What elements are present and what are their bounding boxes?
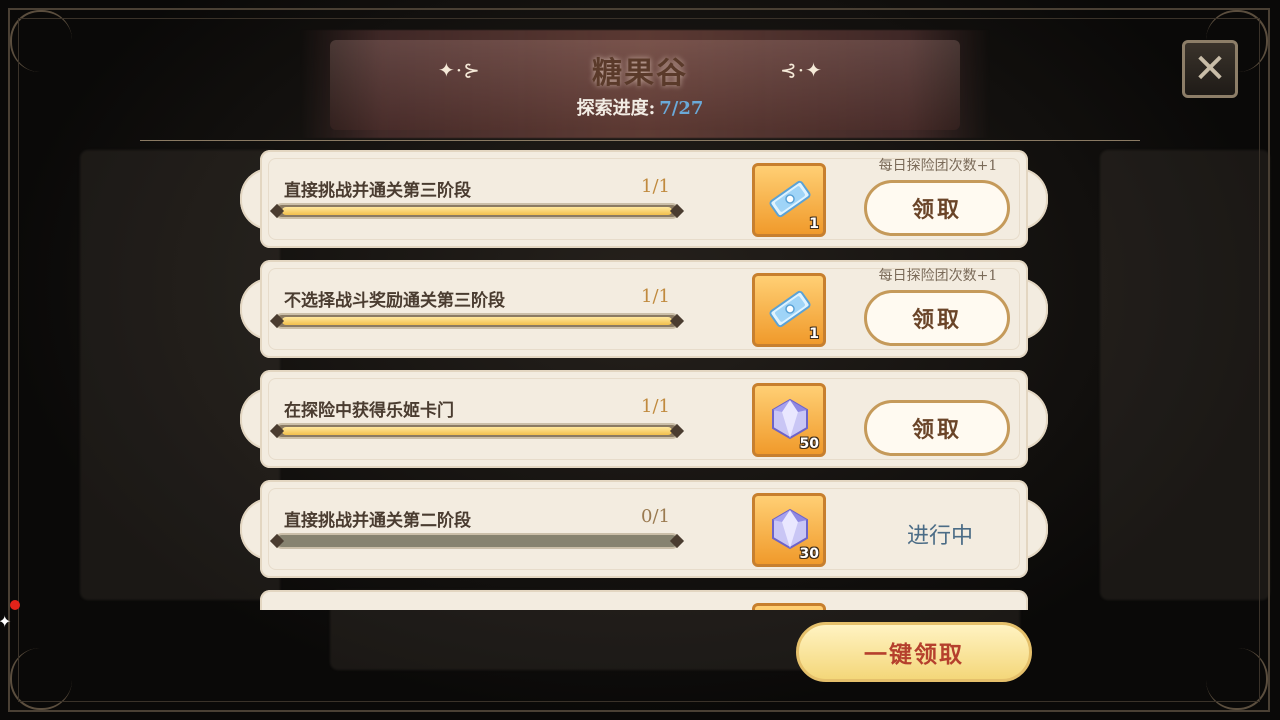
header-divider [140, 140, 1140, 141]
claim-all-button[interactable]: 一键领取 [796, 622, 1032, 682]
bonus-text: 每日探险团次数+1 [878, 268, 998, 284]
reward-item[interactable] [752, 603, 826, 610]
claim-button[interactable]: 领取 [864, 290, 1010, 346]
status-in-progress: 进行中 [906, 524, 973, 549]
claim-button[interactable]: 领取 [864, 180, 1010, 236]
task-label: 直接挑战并通关第三阶段 [284, 181, 471, 201]
task-card: 不选择战斗奖励通关第三阶段 1/1 1 每日探险团次数+1 领取 [240, 260, 1048, 358]
task-progress-bar [269, 423, 685, 439]
task-count: 0/1 [641, 506, 670, 527]
reward-item[interactable]: 1 [752, 163, 826, 237]
ticket-icon [767, 286, 813, 332]
close-button[interactable]: ✕ [1182, 40, 1238, 98]
close-icon: ✕ [1193, 46, 1227, 92]
title-flourish-right: ⊰·✦ [780, 58, 823, 82]
task-progress-fill [282, 427, 672, 435]
task-count: 1/1 [641, 286, 670, 307]
task-count: 1/1 [641, 176, 670, 197]
task-progress-bar [269, 533, 685, 549]
reward-quantity: 50 [799, 436, 819, 452]
reward-item[interactable]: 50 [752, 383, 826, 457]
task-progress-fill [282, 207, 672, 215]
exploration-progress-label: 探索进度: [576, 98, 656, 119]
reward-quantity: 30 [799, 546, 819, 562]
task-progress-bar [269, 203, 685, 219]
claim-button[interactable]: 领取 [864, 400, 1010, 456]
task-progress-bar [269, 313, 685, 329]
task-progress-fill [282, 317, 672, 325]
exploration-progress-value: 7/27 [659, 98, 704, 119]
task-label: 直接挑战并通关第二阶段 [284, 511, 471, 531]
task-card: 直接挑战并通关第三阶段 1/1 1 每日探险团次数+1 领取 [240, 150, 1048, 248]
claim-button-label: 领取 [911, 197, 962, 223]
task-label: 在探险中获得乐姬卡门 [284, 401, 454, 421]
claim-button-label: 领取 [911, 417, 962, 443]
reward-quantity: 1 [809, 216, 819, 232]
task-card: 在探险中获得乐姬卡门 1/1 50 领取 [240, 370, 1048, 468]
bonus-text: 每日探险团次数+1 [878, 158, 998, 174]
task-count: 1/1 [641, 396, 670, 417]
claim-all-label: 一键领取 [864, 641, 964, 668]
task-card-partial [240, 590, 1048, 610]
notification-dot [10, 600, 20, 610]
page-title: 糖果谷 [592, 56, 688, 91]
ticket-icon [767, 176, 813, 222]
reward-quantity: 1 [809, 326, 819, 342]
title-flourish-left: ✦·⊱ [438, 58, 481, 82]
exploration-progress: 探索进度: 7/27 [440, 94, 840, 120]
task-card: 直接挑战并通关第二阶段 0/1 30 进行中 [240, 480, 1048, 578]
task-label: 不选择战斗奖励通关第三阶段 [284, 291, 505, 311]
claim-button-label: 领取 [911, 307, 962, 333]
reward-item[interactable]: 30 [752, 493, 826, 567]
task-list[interactable]: 直接挑战并通关第三阶段 1/1 1 每日探险团次数+1 领取 不选择战斗奖励通关… [240, 150, 1048, 610]
reward-item[interactable]: 1 [752, 273, 826, 347]
sparkle-icon: ✦ [0, 612, 12, 631]
